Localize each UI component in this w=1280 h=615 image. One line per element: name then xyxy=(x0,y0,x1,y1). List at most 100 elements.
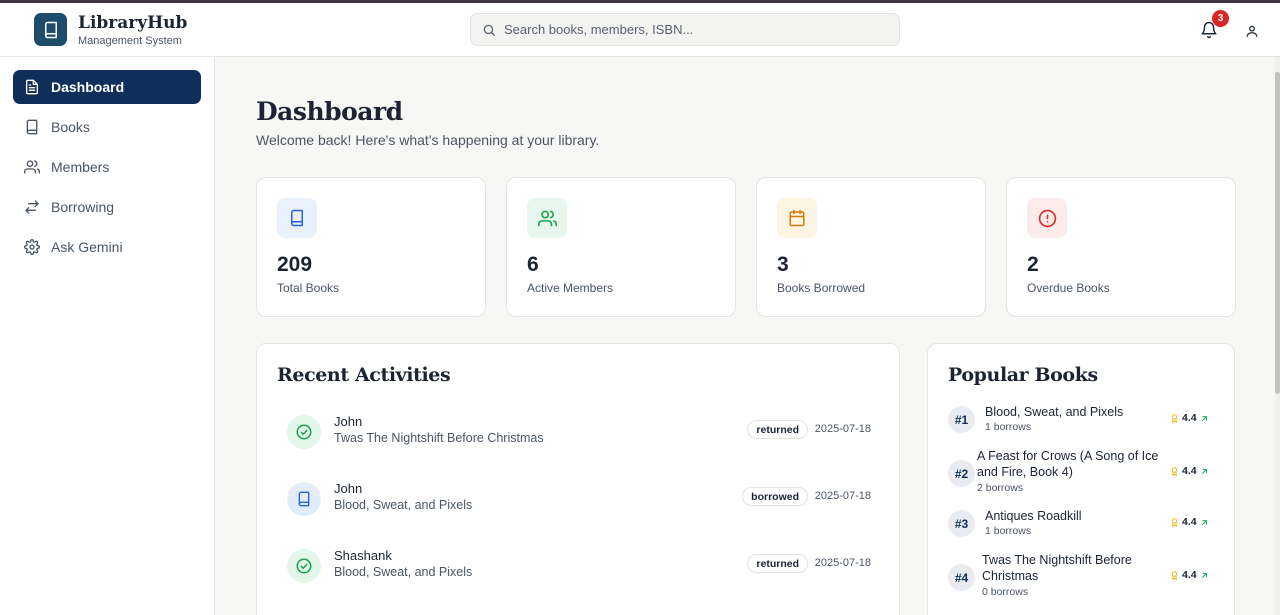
book-title: Twas The Nightshift Before Christmas xyxy=(982,553,1132,583)
list-item[interactable]: #4 Twas The Nightshift Before Christmas … xyxy=(948,552,1216,602)
trending-up-icon xyxy=(1201,572,1207,578)
gear-icon xyxy=(24,239,40,255)
search-box xyxy=(470,13,900,46)
stat-card-books-borrowed: 3 Books Borrowed xyxy=(756,177,986,317)
arrows-swap-icon xyxy=(25,200,39,214)
rating: 4.4 xyxy=(1170,516,1209,528)
stat-value: 209 xyxy=(277,253,313,276)
scrollbar-thumb[interactable] xyxy=(1275,72,1280,394)
list-item[interactable]: John Blood, Sweat, and Pixels borrowed 2… xyxy=(287,479,871,519)
activity-date: 2025-07-18 xyxy=(814,490,871,502)
stat-icon-bg xyxy=(277,198,317,238)
award-icon xyxy=(1171,413,1178,423)
activity-book: Blood, Sweat, and Pixels xyxy=(334,498,473,512)
check-circle-icon xyxy=(296,424,312,440)
rank-badge: #3 xyxy=(948,510,975,537)
stat-icon-bg xyxy=(777,198,817,238)
status-badge: returned xyxy=(747,420,808,439)
list-item[interactable]: #2 A Feast for Crows (A Song of Ice and … xyxy=(948,448,1216,498)
award-icon xyxy=(1171,570,1178,580)
rank-badge: #4 xyxy=(948,564,975,591)
trending-up-icon xyxy=(1201,519,1207,525)
user-icon[interactable] xyxy=(1245,24,1259,38)
rating-value: 4.4 xyxy=(1182,412,1197,424)
rank-badge: #1 xyxy=(948,406,975,433)
document-icon xyxy=(26,79,38,95)
stat-label: Overdue Books xyxy=(1027,281,1110,295)
users-icon xyxy=(537,210,557,226)
list-item[interactable]: Shashank Blood, Sweat, and Pixels return… xyxy=(287,546,871,586)
search-icon xyxy=(483,24,495,36)
book-icon xyxy=(44,21,57,38)
stat-icon-bg xyxy=(527,198,567,238)
stat-value: 2 xyxy=(1027,253,1039,276)
popular-books-panel: Popular Books #1 Blood, Sweat, and Pixel… xyxy=(927,343,1235,615)
award-icon xyxy=(1171,466,1178,476)
top-header: LibraryHub Management System 3 xyxy=(0,3,1280,57)
activity-member: Shashank xyxy=(334,548,392,563)
notification-badge: 3 xyxy=(1212,10,1229,27)
rank-badge: #2 xyxy=(948,460,975,487)
sidebar: Dashboard Books Members Borrowing Ask Ge… xyxy=(0,57,215,615)
activity-icon-bg xyxy=(287,415,321,449)
check-circle-icon xyxy=(296,558,312,574)
status-badge: borrowed xyxy=(742,487,808,506)
stat-value: 3 xyxy=(777,253,789,276)
stat-label: Total Books xyxy=(277,281,340,295)
sidebar-item-label: Dashboard xyxy=(51,79,125,95)
sidebar-item-borrowing[interactable]: Borrowing xyxy=(13,190,201,224)
sidebar-item-dashboard[interactable]: Dashboard xyxy=(13,70,201,104)
users-icon xyxy=(24,160,40,174)
app-name: LibraryHub xyxy=(78,13,188,33)
sidebar-item-ask-gemini[interactable]: Ask Gemini xyxy=(13,230,201,264)
activity-icon-bg xyxy=(287,482,321,516)
sidebar-item-label: Books xyxy=(51,119,90,135)
stat-label: Books Borrowed xyxy=(777,281,866,295)
sidebar-item-label: Members xyxy=(51,159,110,175)
activity-date: 2025-07-18 xyxy=(814,557,871,569)
main-content: Dashboard Welcome back! Here's what's ha… xyxy=(215,57,1275,615)
stat-label: Active Members xyxy=(527,281,614,295)
book-title: Antiques Roadkill xyxy=(985,509,1082,523)
rating: 4.4 xyxy=(1170,465,1209,477)
book-title: Blood, Sweat, and Pixels xyxy=(985,405,1124,419)
activity-book: Blood, Sweat, and Pixels xyxy=(334,565,473,579)
rating-value: 4.4 xyxy=(1182,569,1197,581)
rating: 4.4 xyxy=(1170,412,1209,424)
award-icon xyxy=(1171,517,1178,527)
stat-icon-bg xyxy=(1027,198,1067,238)
alert-circle-icon xyxy=(1038,209,1056,227)
list-item[interactable]: #3 Antiques Roadkill 1 borrows 4.4 xyxy=(948,508,1216,540)
panel-title: Popular Books xyxy=(948,364,1098,386)
stat-card-overdue-books: 2 Overdue Books xyxy=(1006,177,1236,317)
stat-card-total-books: 209 Total Books xyxy=(256,177,486,317)
logo xyxy=(34,13,67,46)
search-input[interactable] xyxy=(504,14,884,45)
sidebar-item-members[interactable]: Members xyxy=(13,150,201,184)
trending-up-icon xyxy=(1201,415,1207,421)
list-item[interactable]: John Twas The Nightshift Before Christma… xyxy=(287,412,871,452)
rating-value: 4.4 xyxy=(1182,465,1197,477)
rating: 4.4 xyxy=(1170,569,1209,581)
calendar-icon xyxy=(789,209,805,227)
page-title: Dashboard xyxy=(256,97,403,126)
borrow-count: 1 borrows xyxy=(985,421,1032,433)
book-icon xyxy=(291,209,303,227)
book-icon xyxy=(298,491,310,507)
activity-book: Twas The Nightshift Before Christmas xyxy=(334,431,544,445)
book-title: A Feast for Crows (A Song of Ice and Fir… xyxy=(977,449,1159,479)
activity-icon-bg xyxy=(287,549,321,583)
sidebar-item-label: Ask Gemini xyxy=(51,239,123,255)
list-item[interactable]: #1 Blood, Sweat, and Pixels 1 borrows 4.… xyxy=(948,404,1216,436)
app-subtitle: Management System xyxy=(78,35,182,47)
sidebar-item-label: Borrowing xyxy=(51,199,115,215)
sidebar-item-books[interactable]: Books xyxy=(13,110,201,144)
activity-member: John xyxy=(334,481,363,496)
recent-activities-panel: Recent Activities John Twas The Nightshi… xyxy=(256,343,900,615)
activity-date: 2025-07-18 xyxy=(814,423,871,435)
book-icon xyxy=(26,119,38,135)
stat-card-active-members: 6 Active Members xyxy=(506,177,736,317)
stat-value: 6 xyxy=(527,253,539,276)
rating-value: 4.4 xyxy=(1182,516,1197,528)
borrow-count: 0 borrows xyxy=(982,586,1029,598)
